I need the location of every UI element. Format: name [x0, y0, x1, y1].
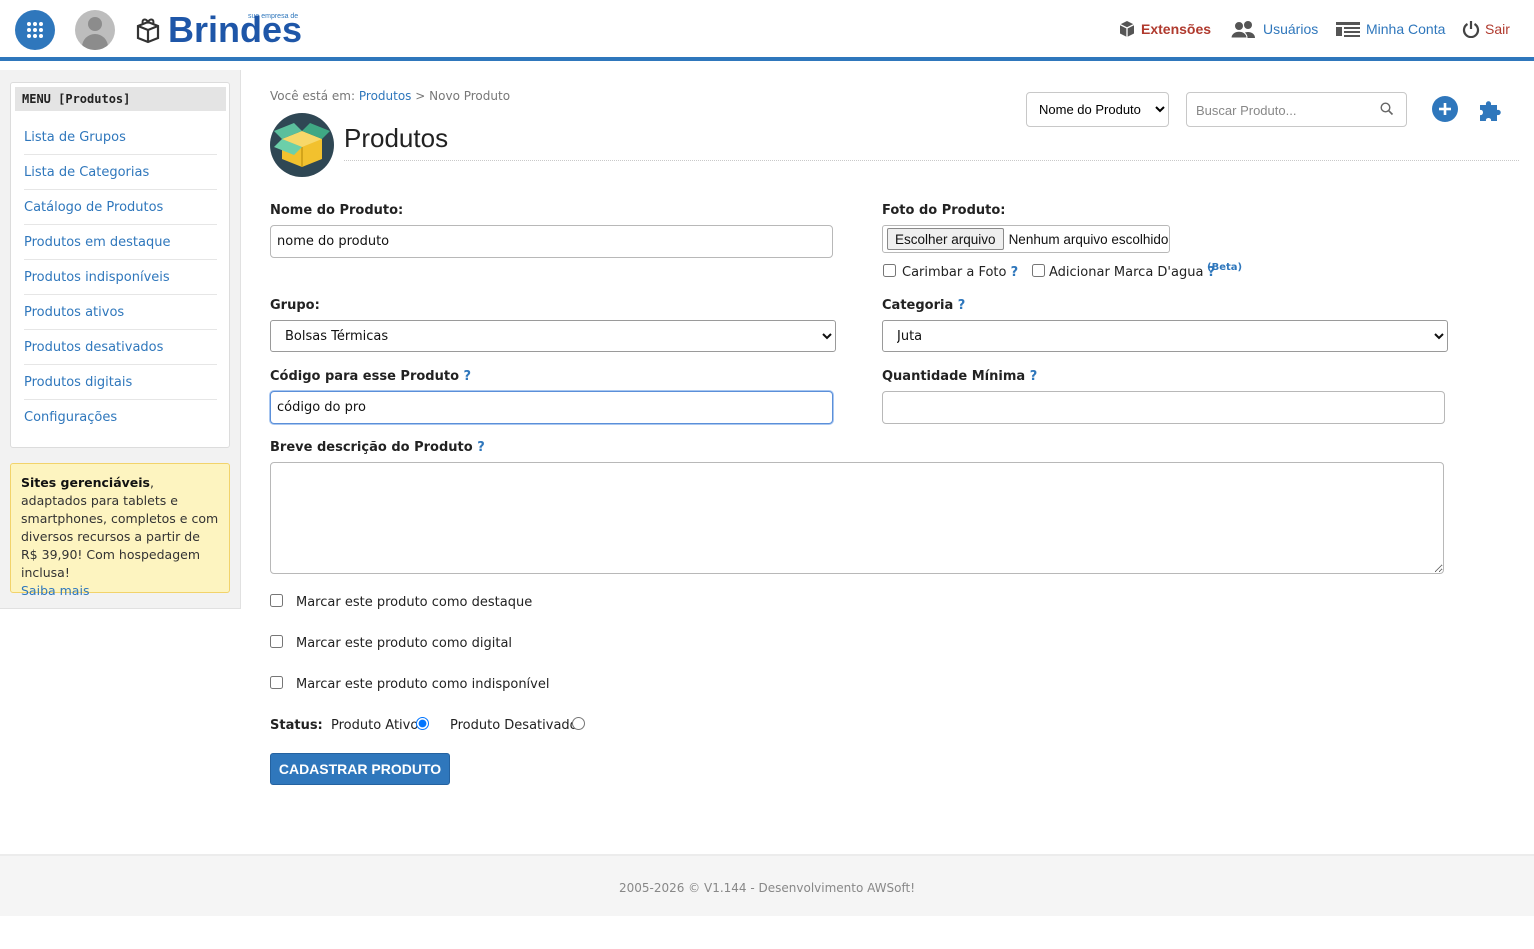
code-label-text: Código para esse Produto [270, 369, 459, 384]
nav-users-label: Usuários [1263, 21, 1319, 37]
stamp-photo-text: Carimbar a Foto [902, 265, 1007, 280]
account-card-icon [1336, 22, 1360, 37]
title-divider [344, 160, 1519, 161]
nav-account[interactable]: Minha Conta [1335, 18, 1445, 40]
status-active-label: Produto Ativo [331, 718, 419, 733]
status-inactive-radio[interactable] [572, 717, 585, 730]
breadcrumb-link-products[interactable]: Produtos [359, 89, 412, 103]
brand-logo[interactable]: sua empresa de Brindes [134, 12, 324, 48]
plus-icon [1439, 103, 1451, 115]
breadcrumb-current: Novo Produto [429, 89, 511, 103]
unavailable-label: Marcar este produto como indisponível [296, 677, 550, 692]
photo-file-input[interactable]: Escolher arquivo Nenhum arquivo escolhid… [882, 225, 1170, 253]
promo-headline: Sites gerenciáveis [21, 475, 150, 490]
digital-checkbox[interactable] [270, 635, 283, 648]
group-label: Grupo: [270, 298, 320, 313]
status-label: Status: [270, 718, 323, 733]
puzzle-icon [1480, 101, 1501, 121]
breadcrumb: Você está em: Produtos > Novo Produto [270, 89, 510, 103]
sidebar-menu: MENU [Produtos] Lista de Grupos Lista de… [10, 82, 230, 448]
gift-box-icon [136, 18, 160, 44]
featured-label: Marcar este produto como destaque [296, 595, 533, 610]
help-mark[interactable]: ? [477, 440, 485, 455]
search-box [1186, 92, 1407, 127]
min-qty-label-text: Quantidade Mínima [882, 369, 1026, 384]
promo-box: Sites gerenciáveis, adaptados para table… [10, 463, 230, 598]
product-code-input[interactable] [270, 391, 833, 424]
promo-link[interactable]: Saiba mais [21, 583, 89, 598]
category-select[interactable]: Juta [882, 320, 1448, 352]
watermark-text: Adicionar Marca D'agua [1049, 265, 1204, 280]
product-name-label: Nome do Produto: [270, 203, 404, 218]
nav-logout-label: Sair [1485, 21, 1510, 37]
description-label: Breve descrição do Produto ? [270, 440, 485, 455]
min-qty-label: Quantidade Mínima ? [882, 369, 1037, 384]
add-product-button[interactable] [1432, 96, 1458, 122]
breadcrumb-prefix: Você está em: [270, 89, 356, 103]
sidebar-item-groups[interactable]: Lista de Grupos [24, 120, 217, 155]
sidebar-item-catalog[interactable]: Catálogo de Produtos [24, 190, 217, 225]
page-title: Produtos [344, 123, 449, 153]
category-label: Categoria ? [882, 298, 965, 313]
product-name-input[interactable] [270, 225, 833, 258]
footer-text: 2005-2026 © V1.144 - Desenvolvimento AWS… [0, 854, 1534, 916]
nav-account-label: Minha Conta [1366, 21, 1446, 37]
status-inactive-label: Produto Desativado [450, 718, 578, 733]
top-header: sua empresa de Brindes Extensões Usuário… [0, 0, 1534, 61]
watermark-checkbox[interactable] [1032, 264, 1045, 277]
help-mark[interactable]: ? [958, 298, 966, 313]
sidebar: MENU [Produtos] Lista de Grupos Lista de… [0, 70, 241, 609]
cube-icon [1119, 21, 1135, 37]
file-status-text: Nenhum arquivo escolhido [1008, 231, 1169, 247]
submit-product-button[interactable]: CADASTRAR PRODUTO [270, 753, 450, 785]
choose-file-button[interactable]: Escolher arquivo [887, 228, 1004, 250]
apps-grid-icon[interactable] [15, 10, 55, 50]
nav-extensions[interactable]: Extensões [1118, 18, 1211, 40]
nav-extensions-label: Extensões [1141, 21, 1212, 37]
menu-title: MENU [Produtos] [15, 87, 226, 111]
help-mark[interactable]: ? [464, 369, 472, 384]
nav-logout[interactable]: Sair [1462, 18, 1510, 40]
sidebar-item-categories[interactable]: Lista de Categorias [24, 155, 217, 190]
search-field-select[interactable]: Nome do Produto [1026, 92, 1169, 127]
promo-text: , adaptados para tablets e smartphones, … [21, 475, 219, 580]
power-icon [1462, 21, 1480, 38]
unavailable-checkbox[interactable] [270, 676, 283, 689]
help-mark[interactable]: ? [1011, 265, 1019, 280]
search-icon[interactable] [1380, 102, 1394, 116]
logo-text: Brindes [168, 9, 303, 50]
user-avatar[interactable] [75, 10, 115, 50]
search-input[interactable] [1196, 101, 1376, 119]
min-qty-input[interactable] [882, 391, 1445, 424]
products-box-icon [270, 113, 334, 177]
watermark-label: Adicionar Marca D'agua ? [1049, 265, 1215, 280]
breadcrumb-separator: > [415, 89, 426, 103]
stamp-photo-label: Carimbar a Foto ? [902, 265, 1018, 280]
group-select[interactable]: Bolsas Térmicas [270, 320, 836, 352]
users-icon [1230, 21, 1255, 38]
sidebar-item-unavailable[interactable]: Produtos indisponíveis [24, 260, 217, 295]
featured-checkbox[interactable] [270, 594, 283, 607]
sidebar-item-disabled[interactable]: Produtos desativados [24, 330, 217, 365]
help-mark[interactable]: ? [1030, 369, 1038, 384]
status-active-radio[interactable] [416, 717, 429, 730]
stamp-photo-checkbox[interactable] [883, 264, 896, 277]
sidebar-item-active[interactable]: Produtos ativos [24, 295, 217, 330]
sidebar-item-featured[interactable]: Produtos em destaque [24, 225, 217, 260]
digital-label: Marcar este produto como digital [296, 636, 513, 651]
description-textarea[interactable] [270, 462, 1444, 574]
code-label: Código para esse Produto ? [270, 369, 471, 384]
product-photo-label: Foto do Produto: [882, 203, 1006, 218]
beta-badge: (Beta) [1207, 262, 1243, 273]
puzzle-extensions-button[interactable] [1477, 96, 1505, 124]
sidebar-item-digital[interactable]: Produtos digitais [24, 365, 217, 400]
description-label-text: Breve descrição do Produto [270, 440, 473, 455]
nav-users[interactable]: Usuários [1230, 18, 1318, 40]
category-label-text: Categoria [882, 298, 954, 313]
sidebar-item-settings[interactable]: Configurações [24, 400, 217, 435]
